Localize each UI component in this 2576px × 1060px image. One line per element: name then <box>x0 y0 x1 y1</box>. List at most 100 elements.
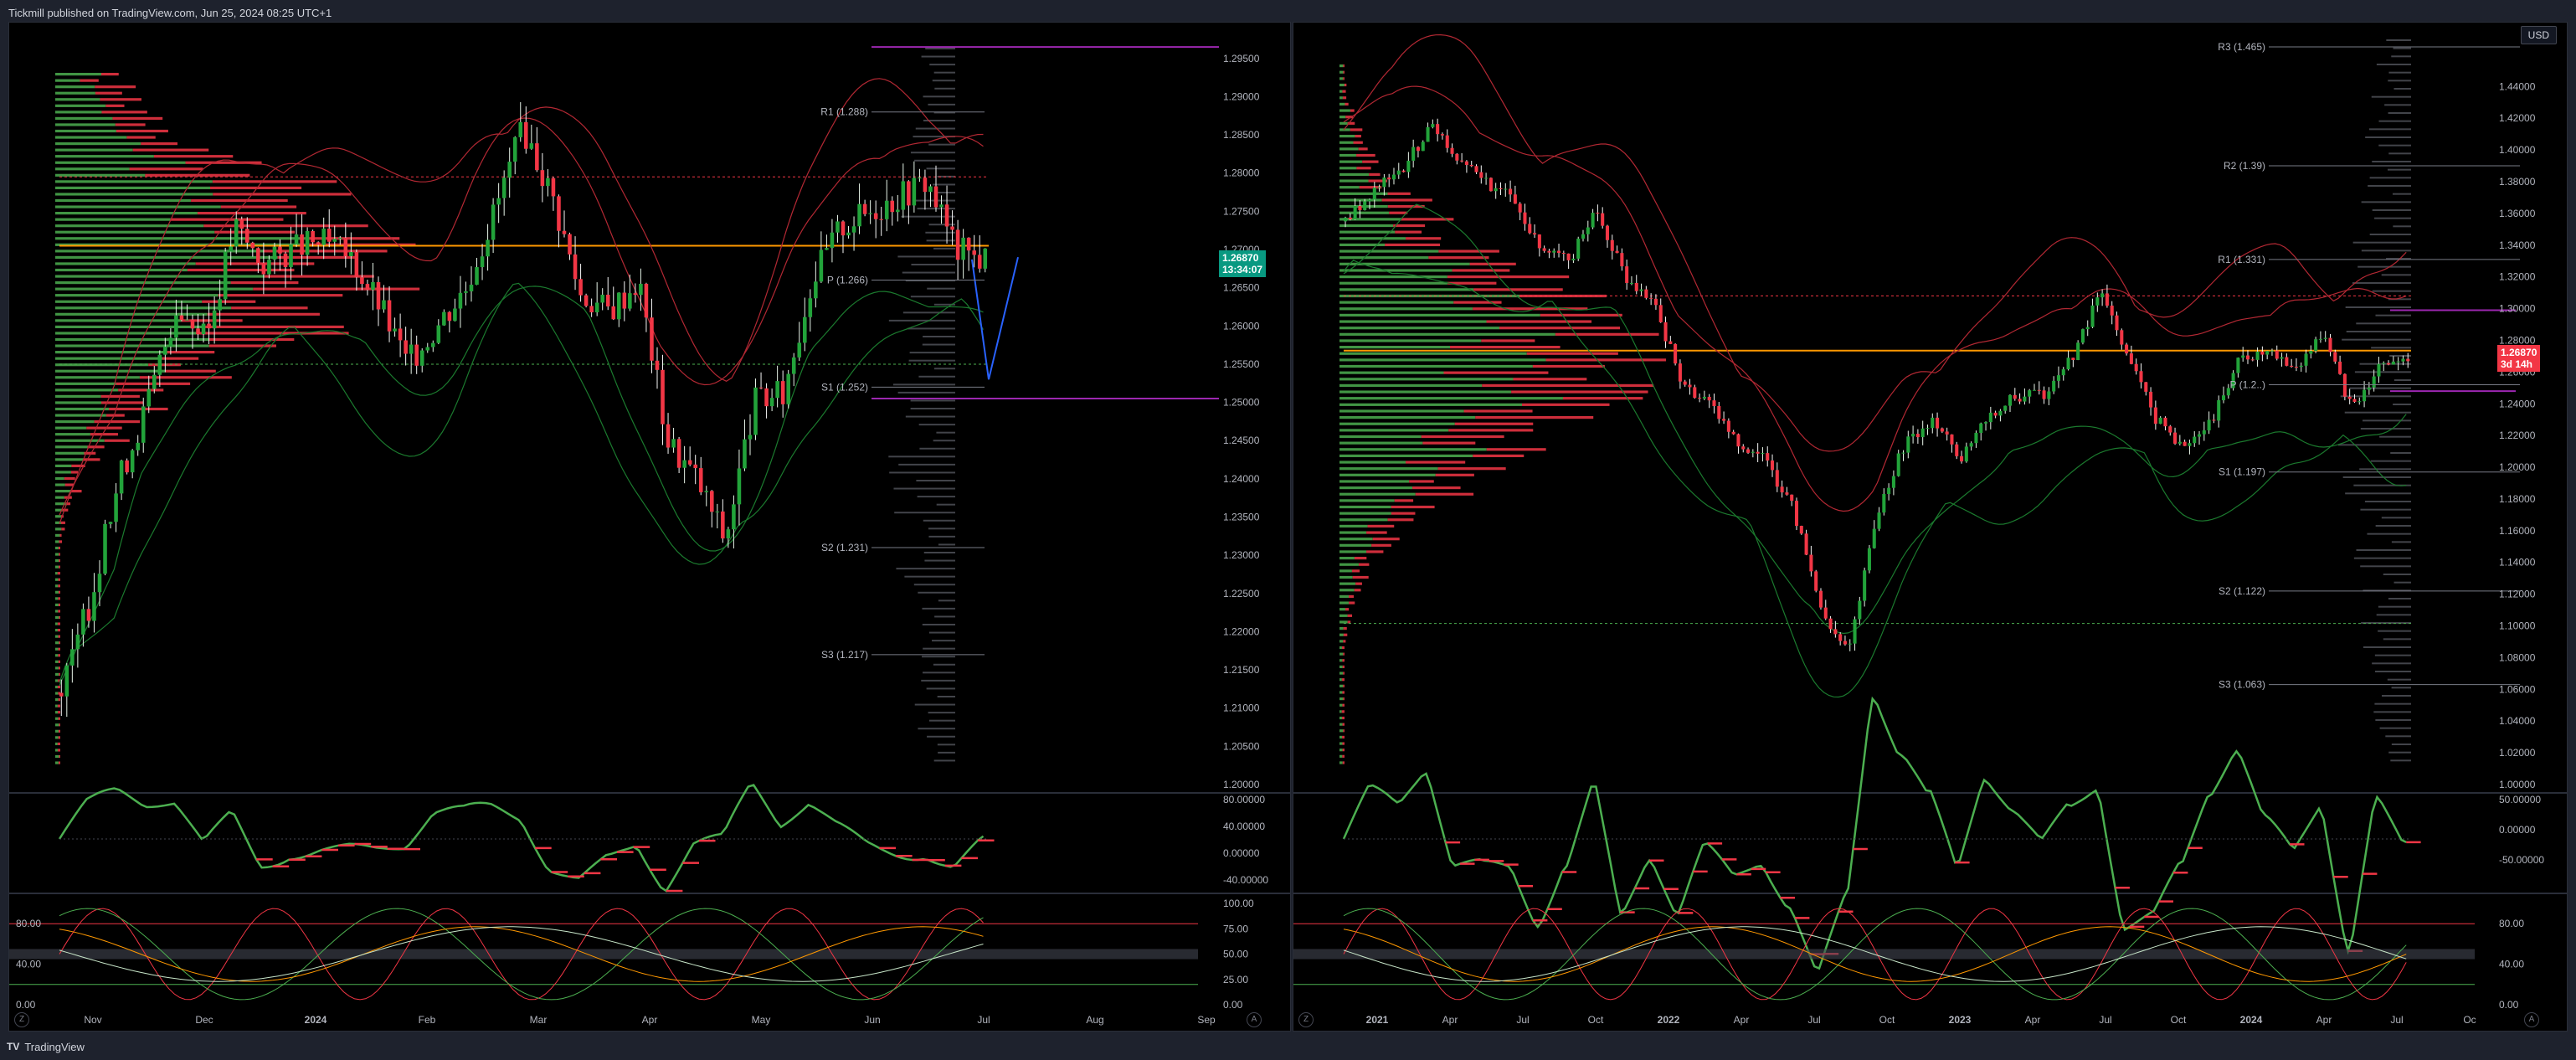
volume-profile-bar-down <box>1343 684 1345 687</box>
volume-profile-bar-down <box>58 597 60 600</box>
volume-profile-bar-up <box>55 559 59 563</box>
volume-profile-bar-up <box>55 610 59 613</box>
volume-profile-bar-down <box>58 717 60 720</box>
candle-up <box>436 325 441 343</box>
volume-profile-bar-down <box>1448 429 1534 432</box>
auto-scale-button[interactable]: A <box>2524 1012 2539 1027</box>
chart-canvas-left[interactable]: R1 (1.288) P (1.266) S1 (1.252) S2 (1.231) S… <box>9 23 1290 1031</box>
candle-up <box>147 388 152 407</box>
profile-row <box>2391 541 2411 543</box>
volume-profile-bar-up <box>55 464 72 468</box>
profile-row <box>2361 201 2411 203</box>
candle-up <box>2080 329 2085 343</box>
profile-row <box>919 447 955 450</box>
volume-profile-bar-up <box>1339 320 1487 323</box>
candle-down <box>1731 431 1735 435</box>
volume-profile-bar-down <box>1415 492 1474 496</box>
candle-up <box>496 198 501 205</box>
candle-down <box>666 424 671 448</box>
candle-down <box>1610 239 1614 251</box>
currency-button[interactable]: USD <box>2520 26 2557 44</box>
candle-up <box>174 315 178 338</box>
momentum-line-negative <box>1445 841 2421 955</box>
volume-profile-bar-down <box>129 167 203 171</box>
price-tick: 1.34000 <box>2499 239 2536 251</box>
profile-row <box>2378 630 2411 632</box>
profile-row <box>918 424 955 426</box>
profile-row <box>2392 193 2411 195</box>
candle-down <box>1653 298 1658 306</box>
volume-profile-bar-up <box>55 572 58 575</box>
candle-down <box>1615 250 1619 254</box>
volume-profile-bar-down <box>1371 543 1391 547</box>
profile-row <box>923 95 955 98</box>
time-tick: Dec <box>195 1014 213 1026</box>
volume-profile-bar-down <box>1341 646 1345 650</box>
candle-up <box>229 246 233 252</box>
volume-profile-bar-up <box>55 622 58 625</box>
profile-row <box>2344 411 2411 414</box>
price-tick: 1.28500 <box>1223 129 1260 141</box>
candle-up <box>2061 369 2065 376</box>
chart-panel-right[interactable]: R3 (1.465) R2 (1.39) R1 (1.331) P (1.2..) S1… <box>1293 22 2568 1032</box>
candle-up <box>1702 396 1706 399</box>
candle-up <box>639 283 643 296</box>
profile-row <box>2381 274 2411 276</box>
candle-up <box>2314 339 2318 352</box>
volume-profile-bar-up <box>55 337 209 342</box>
volume-profile-bar-down <box>1469 262 1516 265</box>
volume-profile-bar-up <box>1339 237 1406 240</box>
profile-row <box>915 127 955 130</box>
volume-profile-bar-down <box>1486 448 1546 451</box>
volume-profile-bar-down <box>59 590 60 594</box>
candle-up <box>409 344 414 354</box>
volume-profile-bar-down <box>1343 633 1348 636</box>
volume-profile-bar-up <box>55 515 61 518</box>
candle-down <box>1450 147 1454 154</box>
candle-up <box>2207 419 2211 431</box>
price-tick: 1.18000 <box>2499 493 2536 505</box>
time-tick: Nov <box>84 1014 101 1026</box>
price-tick: 1.36000 <box>2499 208 2536 219</box>
profile-row <box>2378 605 2411 608</box>
volume-profile-bar-down <box>1406 237 1442 240</box>
brand-name: TradingView <box>24 1040 85 1053</box>
profile-row <box>937 696 955 697</box>
candle-up <box>1891 476 1895 488</box>
profile-row <box>2379 727 2411 729</box>
chart-canvas-right[interactable]: R3 (1.465) R2 (1.39) R1 (1.331) P (1.2..) S1… <box>1293 23 2567 1031</box>
volume-profile-bar-down <box>1545 358 1667 362</box>
chart-panel-left[interactable]: R1 (1.288) P (1.266) S1 (1.252) S2 (1.231) S… <box>8 22 1291 1032</box>
timezone-button[interactable]: Z <box>14 1012 29 1027</box>
candle-up <box>830 232 835 249</box>
candle-up <box>1988 412 1992 423</box>
candle-down <box>972 250 976 255</box>
volume-profile-bar-up <box>55 490 72 493</box>
volume-profile-bar-up <box>1339 364 1533 368</box>
volume-profile-bar-down <box>1354 557 1367 560</box>
volume-profile-bar-up <box>55 546 59 550</box>
candle-down <box>1785 492 1789 495</box>
timezone-button[interactable]: Z <box>1298 1012 1314 1027</box>
profile-row <box>909 352 955 354</box>
profile-row <box>2371 347 2411 349</box>
volume-profile-bar-up <box>1339 352 1527 355</box>
candle-up <box>119 460 124 494</box>
price-tick: 1.08000 <box>2499 651 2536 663</box>
price-tick: 1.04000 <box>2499 715 2536 727</box>
candle-down <box>1818 590 1823 608</box>
candle-up <box>836 221 840 233</box>
auto-scale-button[interactable]: A <box>1247 1012 1262 1027</box>
price-tick: 1.24000 <box>2499 398 2536 409</box>
price-tick: 1.30000 <box>2499 303 2536 315</box>
candle-up <box>594 302 599 313</box>
volume-profile-bar-down <box>1366 550 1384 553</box>
candle-up <box>382 300 386 310</box>
candle-down <box>2352 399 2357 402</box>
volume-profile-bar-down <box>1438 250 1499 253</box>
volume-profile-bar-up <box>1339 531 1367 534</box>
profile-row <box>928 631 955 634</box>
profile-row <box>913 584 955 586</box>
time-tick: 2024 <box>2240 1014 2263 1026</box>
volume-profile-bar-down <box>1342 659 1345 662</box>
